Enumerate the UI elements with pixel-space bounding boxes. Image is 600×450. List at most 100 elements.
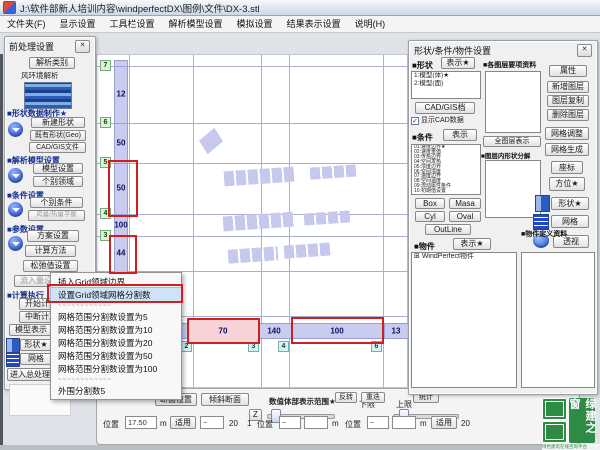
shape-header: ■形状 — [412, 60, 433, 71]
panel-title: 前处理设置 — [9, 40, 54, 53]
orientation-button[interactable]: 方位★ — [549, 177, 585, 191]
shape-list-item[interactable]: 1:模型(体)★ — [412, 72, 480, 80]
h-band-value: 13 — [392, 327, 401, 336]
watermark-name: 绿建之窗 — [569, 398, 595, 443]
condition-list[interactable]: 01:速度边界★ 02:速度重值 03:传热边界 04:空间发热 05:浓度边界… — [411, 144, 481, 195]
building-row — [228, 246, 279, 263]
watermark-caption: 绿色建筑在线咨询平台 — [542, 444, 600, 450]
apply-button[interactable]: 适用 — [431, 416, 457, 429]
tree-item-windperfect[interactable]: ⊞ WindPerfect物件 — [412, 253, 516, 261]
new-shape-button[interactable]: 新建形状 — [31, 117, 85, 128]
analysis-type-button[interactable]: 解析类别 — [29, 57, 75, 69]
oblique-section-button[interactable]: 倾斜断面 — [201, 393, 249, 406]
menu-item-division-10[interactable]: 网格范围分割数设置为10 — [51, 323, 181, 336]
condition-item[interactable]: 10:初期值设置 — [412, 189, 480, 194]
enter-postprocess-button[interactable]: 进入总处理 — [7, 368, 53, 381]
max-field[interactable] — [304, 416, 328, 429]
show-cad-checkbox[interactable]: ✓ 显示CAD数据 — [411, 117, 464, 125]
menu-item-division-20[interactable]: 网格范围分割数设置为20 — [51, 336, 181, 349]
masa-primitive-button[interactable]: Masa — [449, 198, 481, 209]
close-icon[interactable]: ✕ — [75, 40, 90, 53]
individual-domain-button[interactable]: 个别领域 — [33, 176, 83, 187]
v-axis-label[interactable]: 6 — [100, 117, 111, 128]
menu-toolbar-settings[interactable]: 工具栏设置 — [103, 16, 162, 32]
copy-layer-button[interactable]: 图层复制 — [547, 95, 589, 107]
tree-expand-icon[interactable]: ⊞ — [414, 253, 420, 260]
relaxation-setting-button[interactable]: 松弛值设置 — [23, 260, 78, 272]
min-field[interactable]: ~ — [279, 416, 301, 429]
existing-shape-button[interactable]: 既有形状(Geo) — [30, 130, 86, 141]
height-value-field[interactable]: 17.50 — [125, 416, 157, 429]
menu-item-division-50[interactable]: 网格范围分割数设置为50 — [51, 349, 181, 362]
unit-label: m — [160, 419, 167, 428]
individual-condition-button[interactable]: 个别条件 — [30, 197, 83, 208]
menu-item-division-5[interactable]: 网格范围分割数设置为5 — [51, 310, 181, 323]
menu-help[interactable]: 说明(H) — [348, 16, 393, 32]
oval-primitive-button[interactable]: Oval — [449, 211, 481, 222]
box-primitive-button[interactable]: Box — [415, 198, 445, 209]
grid-icon — [533, 214, 549, 230]
model-setting-button[interactable]: 模型设置 — [33, 163, 83, 174]
grid-display-button[interactable]: 网格 — [551, 215, 589, 228]
cad-gis-file-button[interactable]: CAD/GIS档 — [415, 102, 475, 114]
wind-heat-balance-button[interactable]: 风量/热量平衡 — [28, 210, 85, 221]
building-icon — [6, 338, 20, 353]
min-field[interactable]: ~ — [367, 416, 389, 429]
menu-file[interactable]: 文件夹(F) — [0, 16, 53, 32]
grid-generate-button[interactable]: 网格生成 — [545, 143, 589, 156]
v-band-value: 12 — [117, 90, 126, 99]
menu-item-division-100[interactable]: 网格范围分割数设置为100 — [51, 362, 181, 375]
grid-display-button[interactable]: 网格 — [20, 353, 52, 365]
h-axis-label[interactable]: 4 — [278, 341, 289, 352]
cyl-primitive-button[interactable]: Cyl — [415, 211, 445, 222]
layer-data-list[interactable] — [485, 71, 541, 133]
down-arrow-icon — [8, 168, 23, 183]
h-band-value: 70 — [219, 327, 228, 336]
menu-analysis-model-settings[interactable]: 解析模型设置 — [162, 16, 230, 32]
calc-method-button[interactable]: 计算方法 — [25, 245, 76, 257]
decompose-header: ■图层内形状分解 — [481, 150, 530, 160]
menu-simulation-settings[interactable]: 模拟设置 — [230, 16, 280, 32]
close-icon[interactable]: ✕ — [577, 44, 592, 57]
invert-button[interactable]: 反转 — [335, 392, 357, 403]
shape-display-button[interactable]: 形状★ — [551, 197, 589, 210]
object-show-button[interactable]: 表示★ — [453, 238, 491, 250]
grid-line — [97, 123, 409, 124]
scheme-setting-button[interactable]: 方案设置 — [27, 230, 79, 242]
delete-layer-button[interactable]: 删除图层 — [547, 109, 589, 121]
red-annotation-box-menu — [47, 284, 183, 303]
shape-display-button[interactable]: 形状★ — [20, 339, 52, 351]
menu-display-settings[interactable]: 显示设置 — [53, 16, 103, 32]
all-layers-show-button[interactable]: 全图层表示 — [483, 136, 541, 147]
panel-title: 形状/条件/物件设置 — [414, 44, 491, 57]
menu-item-outer-division-5[interactable]: 外围分割数5 — [51, 384, 181, 397]
count-label: 20 — [229, 419, 238, 428]
shape-list[interactable]: 1:模型(体)★ 2:模型(面) — [411, 71, 481, 99]
attribute-button[interactable]: 属性 — [549, 65, 587, 77]
watermark-stamp-icon — [542, 421, 567, 443]
add-layer-button[interactable]: 新增图层 — [547, 81, 589, 93]
window-frame-edge — [0, 54, 3, 446]
object-tree[interactable]: ⊞ WindPerfect物件 — [411, 252, 517, 388]
value-range-label: 数值体部表示范围★ — [269, 396, 336, 407]
shape-show-button[interactable]: 表示★ — [441, 57, 475, 69]
range-field[interactable]: ~ — [200, 416, 224, 429]
overlap-button[interactable]: 重迭 — [361, 392, 385, 403]
decompose-list[interactable] — [485, 160, 541, 218]
cad-gis-file-button[interactable]: CAD/GIS文件 — [29, 142, 86, 153]
model-display-button[interactable]: 模型表示 — [9, 324, 53, 336]
apply-button[interactable]: 适用 — [170, 416, 196, 429]
band-divider — [384, 323, 385, 339]
shape-list-item[interactable]: 2:模型(面) — [412, 80, 480, 88]
max-field[interactable] — [392, 416, 416, 429]
watermark-stamp-icon — [542, 398, 567, 420]
v-axis-label[interactable]: 7 — [100, 60, 111, 71]
menu-result-display-settings[interactable]: 结果表示设置 — [280, 16, 348, 32]
outline-primitive-button[interactable]: OutLine — [425, 224, 471, 235]
object-def-header: ■物件定义资料 — [521, 229, 567, 239]
coordinate-button[interactable]: 座标 — [551, 161, 583, 174]
condition-show-button[interactable]: 表示 — [443, 129, 477, 141]
grid-adjust-button[interactable]: 网格调整 — [545, 127, 589, 140]
object-def-list[interactable] — [521, 252, 595, 388]
band-divider — [114, 66, 128, 67]
